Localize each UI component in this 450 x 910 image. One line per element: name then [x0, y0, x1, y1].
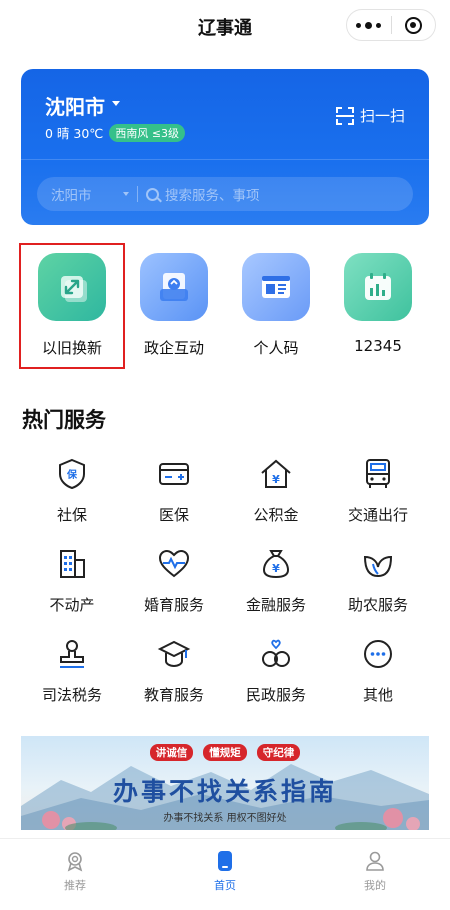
shield-icon: 保	[53, 455, 91, 493]
weather-info: 0 晴 30℃ 西南风 ≤3级	[45, 123, 186, 142]
banner-tag: 讲诚信	[149, 744, 194, 761]
tab-recommend[interactable]: 推荐	[25, 849, 125, 893]
service-transport[interactable]: 交通出行	[327, 455, 429, 525]
banner-tag: 守纪律	[256, 744, 301, 761]
service-judicial-tax[interactable]: 司法税务	[21, 635, 123, 705]
home-icon	[213, 849, 237, 873]
search-city-select[interactable]: 沈阳市	[37, 184, 123, 204]
more-options-icon[interactable]	[347, 10, 391, 40]
bottom-tab-bar: 推荐 首页 我的	[0, 838, 450, 910]
rings-icon	[257, 635, 295, 673]
scan-label: 扫一扫	[359, 107, 405, 125]
tab-mine[interactable]: 我的	[325, 849, 425, 893]
heart-pulse-icon	[155, 545, 193, 583]
search-bar[interactable]: 沈阳市 搜索服务、事项	[37, 177, 413, 211]
mini-program-capsule	[346, 9, 436, 41]
divider	[21, 159, 429, 160]
person-icon	[363, 849, 387, 873]
quick-item-label: 个人码	[253, 339, 299, 357]
calendar-chart-icon	[344, 253, 412, 321]
banner-subtitle: 办事不找关系 用权不图好处	[163, 813, 287, 824]
leaf-icon	[359, 545, 397, 583]
stamp-icon	[53, 635, 91, 673]
service-label: 医保	[158, 506, 189, 524]
service-label: 社保	[56, 506, 87, 524]
graduation-cap-icon	[155, 635, 193, 673]
house-yen-icon: ¥	[257, 455, 295, 493]
section-title: 热门服务	[22, 408, 106, 432]
search-icon	[146, 187, 159, 201]
tab-home[interactable]: 首页	[175, 849, 275, 893]
banner-tags: 讲诚信 懂规矩 守纪律	[21, 744, 429, 761]
quick-entries: 以旧换新 政企互动 个人码 12345	[19, 243, 429, 369]
quick-item-12345[interactable]: 12345	[327, 245, 429, 355]
service-civil-affairs[interactable]: 民政服务	[225, 635, 327, 705]
wind-badge: 西南风 ≤3级	[109, 123, 186, 142]
tab-label: 首页	[214, 879, 236, 892]
service-label: 金融服务	[245, 596, 306, 614]
quick-item-label: 12345	[354, 337, 402, 355]
service-social-insurance[interactable]: 保 社保	[21, 455, 123, 525]
tab-label: 推荐	[64, 879, 86, 892]
caret-down-icon[interactable]	[112, 101, 120, 106]
service-label: 助农服务	[347, 596, 408, 614]
service-label: 民政服务	[245, 686, 306, 704]
service-label: 不动产	[49, 596, 95, 614]
service-label: 教育服务	[143, 686, 204, 704]
building-icon	[53, 545, 91, 583]
swap-arrows-icon	[38, 253, 106, 321]
service-other[interactable]: 其他	[327, 635, 429, 705]
location-card: 沈阳市 0 晴 30℃ 西南风 ≤3级 扫一扫 沈阳市 搜索服务、事项	[21, 69, 429, 225]
service-real-estate[interactable]: 不动产	[21, 545, 123, 615]
service-label: 其他	[362, 686, 393, 704]
money-bag-icon: ¥	[257, 545, 295, 583]
tab-label: 我的	[364, 879, 386, 892]
caret-down-icon	[123, 192, 129, 196]
promo-banner[interactable]: 讲诚信 懂规矩 守纪律 办事不找关系指南 办事不找关系 用权不图好处	[21, 736, 429, 830]
svg-text:¥: ¥	[272, 473, 280, 486]
medal-icon	[63, 849, 87, 873]
service-label: 司法税务	[41, 686, 102, 704]
service-agriculture[interactable]: 助农服务	[327, 545, 429, 615]
quick-item-gov-business[interactable]: 政企互动	[123, 245, 225, 358]
quick-item-label: 政企互动	[143, 339, 204, 357]
scan-button[interactable]: 扫一扫	[335, 105, 405, 126]
service-education[interactable]: 教育服务	[123, 635, 225, 705]
banner-tag: 懂规矩	[203, 744, 247, 761]
quick-item-trade-in[interactable]: 以旧换新	[19, 243, 125, 369]
quick-item-personal-code[interactable]: 个人码	[225, 245, 327, 358]
city-selector[interactable]: 沈阳市	[45, 91, 105, 120]
service-housing-fund[interactable]: ¥ 公积金	[225, 455, 327, 525]
more-icon	[359, 635, 397, 673]
medical-card-icon	[155, 455, 193, 493]
banner-headline: 办事不找关系指南	[112, 777, 337, 806]
weather-text: 0 晴 30℃	[45, 126, 104, 141]
scan-icon	[335, 106, 354, 125]
close-mini-program-icon[interactable]	[391, 10, 435, 40]
service-label: 公积金	[253, 506, 299, 524]
navigation-bar: 辽事通	[0, 0, 450, 52]
search-input[interactable]: 搜索服务、事项	[165, 184, 260, 204]
service-label: 婚育服务	[143, 596, 204, 614]
quick-item-label: 以旧换新	[41, 339, 102, 357]
service-marriage-birth[interactable]: 婚育服务	[123, 545, 225, 615]
service-finance[interactable]: ¥ 金融服务	[225, 545, 327, 615]
svg-text:保: 保	[66, 468, 78, 481]
chat-document-icon	[140, 253, 208, 321]
service-label: 交通出行	[347, 506, 408, 524]
service-medical-insurance[interactable]: 医保	[123, 455, 225, 525]
svg-text:¥: ¥	[272, 562, 280, 575]
personal-code-icon	[242, 253, 310, 321]
bus-icon	[359, 455, 397, 493]
